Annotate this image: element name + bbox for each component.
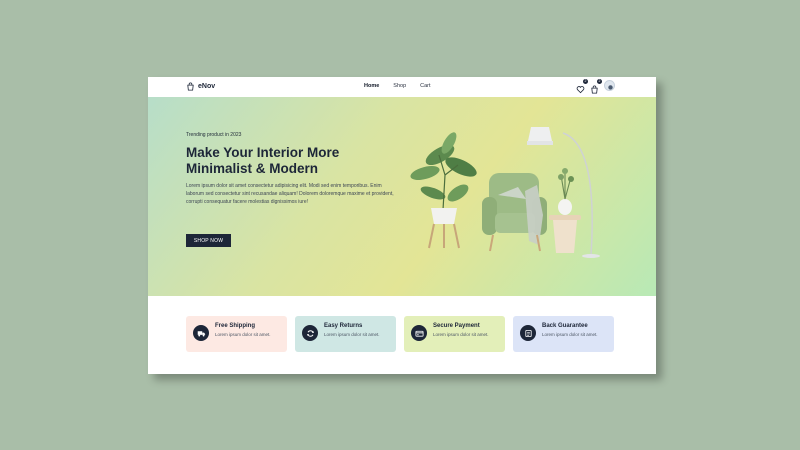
feature-description: Lorem ipsum dolor sit amet. xyxy=(542,332,598,337)
badge-icon xyxy=(524,329,532,337)
feature-icon-badge xyxy=(411,325,427,341)
webpage-window: eNov Home Shop Cart 2 2 Trending product… xyxy=(148,77,656,374)
wishlist-count-badge: 2 xyxy=(583,79,588,84)
nav-icons: 2 2 xyxy=(576,79,615,94)
cart-count-badge: 2 xyxy=(597,79,602,84)
armchair-illustration xyxy=(482,173,547,252)
feature-icon-badge xyxy=(302,325,318,341)
hero-section: Trending product in 2023 Make Your Inter… xyxy=(148,97,656,296)
shopping-bag-icon xyxy=(187,82,194,91)
refresh-icon xyxy=(306,329,314,337)
shop-now-button[interactable]: SHOP NOW xyxy=(186,234,231,247)
card-icon xyxy=(414,330,424,337)
feature-card-free-shipping: Free Shipping Lorem ipsum dolor sit amet… xyxy=(186,316,287,352)
side-table-illustration xyxy=(549,168,581,253)
feature-icon-badge xyxy=(520,325,536,341)
features-row: Free Shipping Lorem ipsum dolor sit amet… xyxy=(186,316,614,352)
heart-icon xyxy=(576,86,585,94)
feature-description: Lorem ipsum dolor sit amet. xyxy=(215,332,271,337)
bag-icon xyxy=(591,85,598,94)
feature-title: Easy Returns xyxy=(324,323,363,329)
feature-description: Lorem ipsum dolor sit amet. xyxy=(324,332,380,337)
feature-card-secure-payment: Secure Payment Lorem ipsum dolor sit ame… xyxy=(404,316,505,352)
hero-text: Trending product in 2023 Make Your Inter… xyxy=(186,132,401,206)
feature-card-easy-returns: Easy Returns Lorem ipsum dolor sit amet. xyxy=(295,316,396,352)
feature-title: Back Guarantee xyxy=(542,323,588,329)
cart-button[interactable]: 2 xyxy=(590,79,602,94)
hero-furniture-image xyxy=(410,127,600,258)
feature-description: Lorem ipsum dolor sit amet. xyxy=(433,332,489,337)
nav-link-shop[interactable]: Shop xyxy=(393,83,406,89)
feature-title: Secure Payment xyxy=(433,323,480,329)
user-avatar[interactable] xyxy=(604,80,615,91)
truck-icon xyxy=(197,330,205,336)
wishlist-button[interactable]: 2 xyxy=(576,79,588,94)
avatar-icon xyxy=(608,85,613,90)
nav-link-cart[interactable]: Cart xyxy=(420,83,430,89)
feature-icon-badge xyxy=(193,325,209,341)
feature-title: Free Shipping xyxy=(215,323,256,329)
nav-link-home[interactable]: Home xyxy=(364,83,379,89)
navbar: eNov Home Shop Cart 2 2 xyxy=(148,77,656,97)
feature-card-back-guarantee: Back Guarantee Lorem ipsum dolor sit ame… xyxy=(513,316,614,352)
potted-plant-illustration xyxy=(410,132,477,249)
hero-description: Lorem ipsum dolor sit amet consectetur a… xyxy=(186,183,394,205)
nav-links: Home Shop Cart xyxy=(364,83,431,89)
hero-eyebrow: Trending product in 2023 xyxy=(186,132,242,138)
brand-logo[interactable]: eNov xyxy=(186,82,215,91)
brand-name: eNov xyxy=(198,83,216,90)
hero-title: Make Your Interior More Minimalist & Mod… xyxy=(186,145,340,176)
